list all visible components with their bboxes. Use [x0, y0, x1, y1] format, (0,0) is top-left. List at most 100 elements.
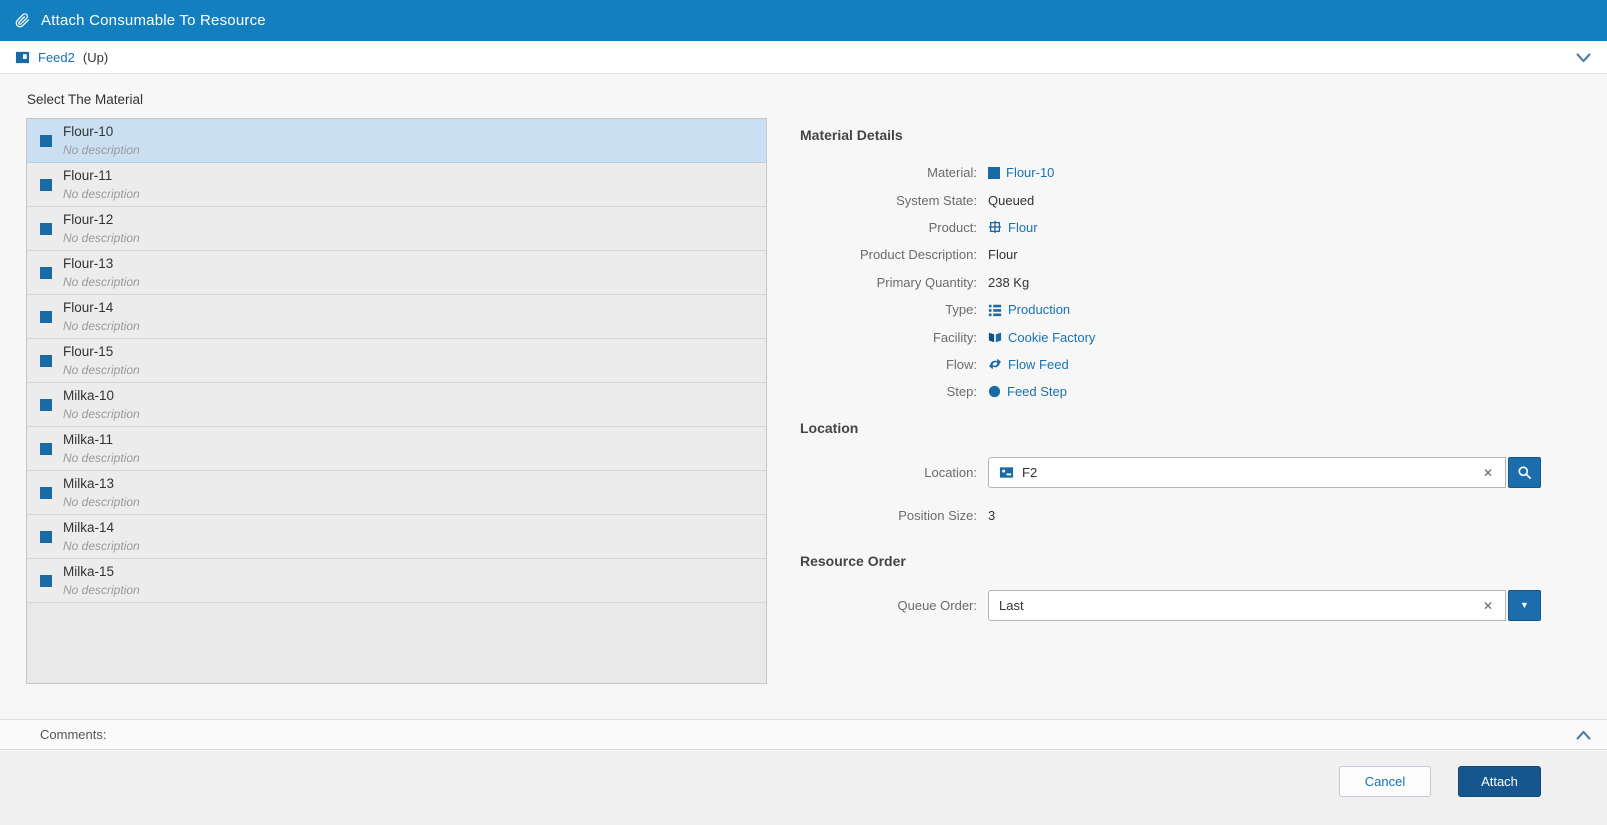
material-list-item[interactable]: Milka-10 No description — [27, 383, 766, 427]
chevron-down-icon[interactable] — [1574, 48, 1593, 67]
detail-row: Primary Quantity: 238 Kg — [800, 269, 1570, 296]
material-icon — [40, 487, 52, 499]
material-description: No description — [63, 186, 140, 201]
detail-value[interactable]: Feed Step — [988, 384, 1067, 399]
detail-value[interactable]: Flour-10 — [988, 165, 1054, 180]
material-list[interactable]: Flour-10 No description Flour-11 No descrip… — [26, 118, 767, 684]
material-list-item[interactable]: Flour-12 No description — [27, 207, 766, 251]
detail-label: Product: — [928, 219, 977, 235]
material-description: No description — [63, 230, 140, 245]
flow-icon — [988, 357, 1002, 371]
material-name: Milka-15 — [63, 564, 115, 580]
detail-row: Type: Production — [800, 296, 1570, 323]
material-name: Milka-13 — [63, 476, 115, 492]
detail-label: Primary Quantity: — [876, 274, 977, 290]
location-search-button[interactable] — [1508, 457, 1541, 488]
material-list-item[interactable]: Milka-13 No description — [27, 471, 766, 515]
material-name: Flour-14 — [63, 300, 114, 316]
material-icon — [40, 399, 52, 411]
material-name: Flour-10 — [63, 124, 114, 140]
material-list-item[interactable]: Flour-10 No description — [27, 119, 766, 163]
location-section-title: Location — [800, 420, 859, 436]
resource-bar[interactable]: Feed2 (Up) — [0, 41, 1607, 74]
resource-name: Feed2 — [38, 49, 75, 65]
clear-icon[interactable]: ✕ — [1481, 599, 1495, 613]
material-name: Flour-13 — [63, 256, 114, 272]
material-list-item[interactable]: Milka-14 No description — [27, 515, 766, 559]
material-icon — [40, 179, 52, 191]
queue-order-input[interactable]: Last ✕ — [988, 590, 1506, 621]
material-description: No description — [63, 582, 140, 597]
material-details-title: Material Details — [800, 127, 903, 143]
material-description: No description — [63, 318, 140, 333]
material-list-item[interactable]: Flour-15 No description — [27, 339, 766, 383]
material-list-item[interactable]: Milka-15 No description — [27, 559, 766, 603]
chevron-up-icon[interactable] — [1574, 726, 1593, 745]
detail-value: 238 Kg — [988, 274, 1030, 290]
detail-label: Material: — [927, 165, 977, 181]
location-row: Location: F2 ✕ — [800, 457, 1541, 488]
material-name: Milka-10 — [63, 388, 115, 404]
detail-label: Facility: — [932, 329, 977, 345]
material-icon — [40, 311, 52, 323]
detail-value[interactable]: Flow Feed — [988, 357, 1069, 372]
dialog-footer: Cancel Attach — [0, 751, 1607, 825]
facility-icon — [988, 330, 1002, 344]
material-description: No description — [63, 274, 140, 289]
material-description: No description — [63, 494, 140, 509]
product-icon — [988, 220, 1002, 234]
detail-row: Facility: Cookie Factory — [800, 323, 1570, 350]
material-list-item[interactable]: Flour-11 No description — [27, 163, 766, 207]
comments-label: Comments: — [40, 727, 107, 742]
material-description: No description — [63, 450, 140, 465]
material-details-fields: Material: Flour-10 System State: Queued Prod… — [800, 159, 1570, 406]
clear-icon[interactable]: ✕ — [1481, 466, 1495, 480]
detail-value[interactable]: Flour — [988, 220, 1038, 235]
detail-value[interactable]: Production — [988, 302, 1070, 317]
attach-button[interactable]: Attach — [1458, 766, 1541, 797]
queue-order-row: Queue Order: Last ✕ ▼ — [800, 590, 1541, 621]
material-list-item[interactable]: Flour-14 No description — [27, 295, 766, 339]
position-size-value: 3 — [988, 508, 996, 523]
type-icon — [988, 303, 1002, 317]
detail-value[interactable]: Cookie Factory — [988, 330, 1095, 345]
location-value: F2 — [1022, 465, 1038, 480]
queue-order-label: Queue Order: — [897, 598, 978, 613]
comments-bar[interactable]: Comments: — [0, 719, 1607, 750]
detail-label: Type: — [945, 302, 977, 318]
detail-label: System State: — [896, 192, 977, 208]
step-icon — [988, 385, 1001, 398]
material-name: Milka-11 — [63, 432, 114, 448]
material-description: No description — [63, 142, 140, 157]
dialog-titlebar: Attach Consumable To Resource — [0, 0, 1607, 41]
material-description: No description — [63, 538, 140, 553]
detail-row: Product: Flour — [800, 214, 1570, 241]
material-description: No description — [63, 362, 140, 377]
material-description: No description — [63, 406, 140, 421]
queue-order-dropdown-button[interactable]: ▼ — [1508, 590, 1541, 621]
search-icon — [1517, 465, 1532, 480]
material-list-item[interactable]: Milka-11 No description — [27, 427, 766, 471]
detail-label: Product Description: — [859, 247, 977, 263]
material-icon — [40, 355, 52, 367]
detail-label: Flow: — [945, 356, 977, 372]
material-icon — [40, 531, 52, 543]
material-list-item[interactable]: Flour-13 No description — [27, 251, 766, 295]
detail-value: Flour — [988, 247, 1018, 263]
resource-order-title: Resource Order — [800, 553, 906, 569]
material-name: Flour-12 — [63, 212, 114, 228]
position-size-label: Position Size: — [898, 508, 977, 523]
cancel-button[interactable]: Cancel — [1339, 766, 1431, 797]
position-size-row: Position Size: 3 — [800, 508, 995, 523]
material-icon — [40, 267, 52, 279]
resource-state: (Up) — [82, 49, 109, 65]
detail-row: Product Description: Flour — [800, 241, 1570, 268]
location-input[interactable]: F2 ✕ — [988, 457, 1506, 488]
detail-value: Queued — [988, 192, 1035, 208]
material-icon — [988, 166, 1000, 179]
paperclip-icon — [15, 12, 30, 29]
material-name: Milka-14 — [63, 520, 115, 536]
material-icon — [40, 575, 52, 587]
location-label: Location: — [924, 465, 977, 480]
material-name: Flour-11 — [63, 168, 113, 184]
